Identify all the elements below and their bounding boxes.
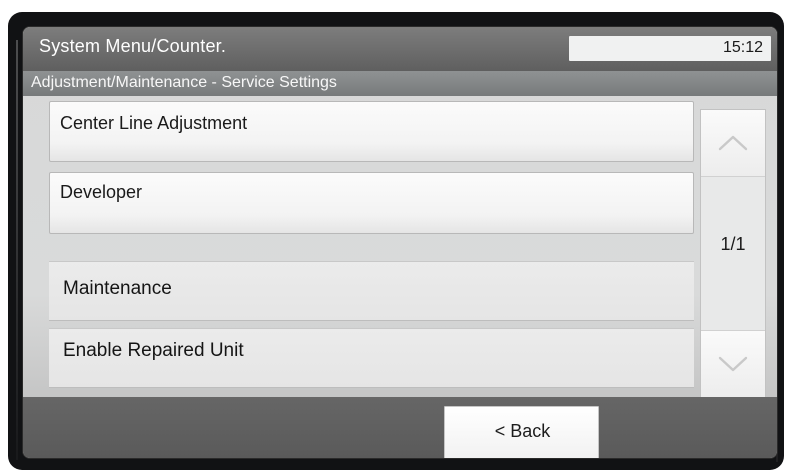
clock-time: 15:12 — [722, 39, 763, 56]
page-down-button[interactable] — [701, 330, 765, 397]
top-header: System Menu/Counter. 15:12 — [23, 27, 777, 71]
clock-box: 15:12 — [569, 36, 771, 61]
back-button[interactable]: < Back — [444, 406, 599, 458]
menu-item-label: Maintenance — [63, 278, 172, 299]
menu-item-maintenance[interactable]: Maintenance — [49, 261, 694, 321]
page-navigation: 1/1 — [700, 109, 766, 397]
chevron-down-icon — [718, 356, 748, 372]
menu-item-developer[interactable]: Developer — [49, 172, 694, 234]
menu-item-center-line-adjustment[interactable]: Center Line Adjustment — [49, 101, 694, 162]
menu-item-label: Center Line Adjustment — [60, 113, 248, 133]
subheader-title: Adjustment/Maintenance - Service Setting… — [31, 74, 337, 91]
bezel-highlight — [16, 40, 18, 460]
device-frame: System Menu/Counter. 15:12 Adjustment/Ma… — [8, 12, 784, 470]
touch-screen: System Menu/Counter. 15:12 Adjustment/Ma… — [22, 26, 778, 459]
chevron-up-icon — [718, 135, 748, 151]
subheader-bar: Adjustment/Maintenance - Service Setting… — [23, 71, 777, 96]
back-button-label: < Back — [494, 421, 551, 441]
page-up-button[interactable] — [701, 110, 765, 177]
footer-bar: < Back — [23, 397, 777, 458]
menu-item-label: Developer — [60, 182, 143, 202]
page-indicator: 1/1 — [720, 234, 746, 254]
header-title: System Menu/Counter. — [39, 36, 227, 56]
menu-item-label: Enable Repaired Unit — [63, 340, 244, 361]
menu-item-enable-repaired-unit[interactable]: Enable Repaired Unit — [49, 328, 694, 388]
